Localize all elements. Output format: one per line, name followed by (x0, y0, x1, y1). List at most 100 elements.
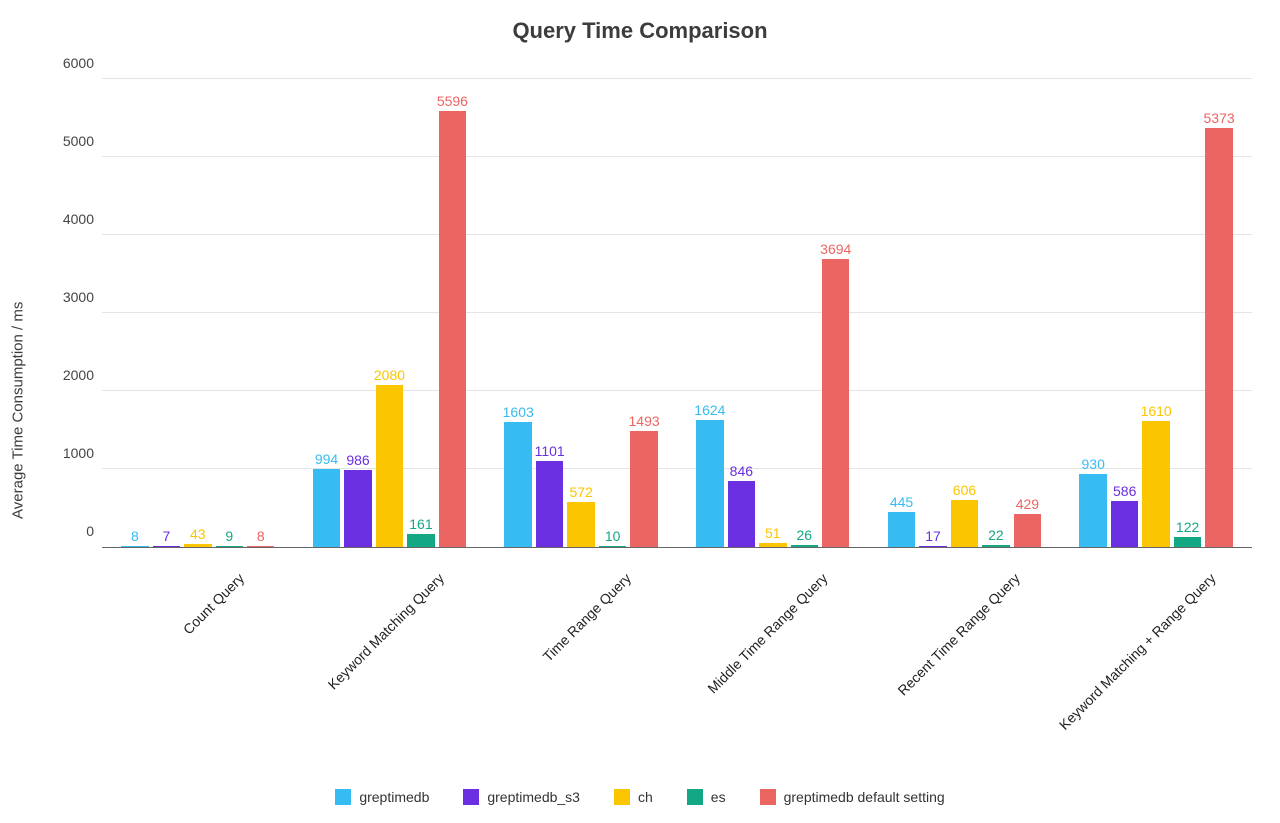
bar: 846 (728, 481, 755, 547)
legend-item: greptimedb (335, 789, 429, 805)
legend-label: ch (638, 789, 653, 805)
legend-item: ch (614, 789, 653, 805)
bar-value-label: 1603 (503, 404, 534, 422)
bar: 429 (1014, 514, 1041, 547)
bar: 7 (153, 546, 180, 547)
bar-value-label: 1624 (694, 402, 725, 420)
y-tick-label: 2000 (63, 367, 102, 383)
bar-value-label: 930 (1082, 456, 1105, 474)
legend-swatch (687, 789, 703, 805)
bar-value-label: 586 (1113, 483, 1136, 501)
bar: 8 (121, 546, 148, 547)
y-tick-label: 4000 (63, 211, 102, 227)
chart-title: Query Time Comparison (0, 18, 1280, 44)
bar: 51 (759, 543, 786, 547)
bar: 1624 (696, 420, 723, 547)
bar: 161 (407, 534, 434, 547)
bar: 1101 (536, 461, 563, 547)
bar: 122 (1174, 537, 1201, 547)
x-tick-label: Time Range Query (540, 570, 635, 665)
bar-value-label: 5373 (1204, 110, 1235, 128)
y-tick-label: 0 (86, 523, 102, 539)
bar-value-label: 986 (346, 452, 369, 470)
bar: 3694 (822, 259, 849, 547)
bar-value-label: 606 (953, 482, 976, 500)
y-tick-label: 1000 (63, 445, 102, 461)
bar: 2080 (376, 385, 403, 547)
bar-value-label: 1493 (629, 413, 660, 431)
x-tick-label: Keyword Matching Query (324, 570, 446, 692)
bar: 1603 (504, 422, 531, 547)
bar: 5596 (439, 111, 466, 547)
bar: 22 (982, 545, 1009, 547)
bar-group: 8 7 43 9 8 (102, 80, 294, 547)
legend-label: greptimedb (359, 789, 429, 805)
legend-label: greptimedb_s3 (487, 789, 580, 805)
grid-line (102, 78, 1252, 79)
plot-area: 0100020003000400050006000874398994986208… (102, 80, 1252, 548)
bar: 5373 (1205, 128, 1232, 547)
bar-value-label: 429 (1016, 496, 1039, 514)
bar-value-label: 7 (162, 528, 170, 546)
y-tick-label: 6000 (63, 55, 102, 71)
bar: 606 (951, 500, 978, 547)
bar: 43 (184, 544, 211, 547)
y-tick-label: 5000 (63, 133, 102, 149)
bar: 445 (888, 512, 915, 547)
bar-group: 16031101572101493 (485, 80, 677, 547)
x-tick-label: Count Query (180, 570, 247, 637)
legend-item: es (687, 789, 726, 805)
bar: 572 (567, 502, 594, 547)
bar-value-label: 5596 (437, 93, 468, 111)
bar: 986 (344, 470, 371, 547)
x-axis-labels: Count Query Keyword Matching Query Time Ra… (102, 560, 1252, 740)
y-axis-label: Average Time Consumption / ms (10, 301, 27, 518)
bar: 26 (791, 545, 818, 547)
bar-group: 445 17 606 22 429 (869, 80, 1061, 547)
legend-swatch (760, 789, 776, 805)
bar-value-label: 161 (409, 516, 432, 534)
bar: 1610 (1142, 421, 1169, 547)
x-tick-label: Keyword Matching + Range Query (1056, 570, 1219, 733)
bar-value-label: 51 (765, 525, 781, 543)
bar-value-label: 26 (796, 527, 812, 545)
bar: 17 (919, 546, 946, 547)
legend: greptimedb greptimedb_s3 ch es greptimedb de… (0, 789, 1280, 805)
bar-value-label: 1101 (535, 443, 565, 461)
legend-swatch (335, 789, 351, 805)
bar-value-label: 3694 (820, 241, 851, 259)
legend-item: greptimedb_s3 (463, 789, 580, 805)
bar: 8 (247, 546, 274, 547)
bar: 1493 (630, 431, 657, 547)
bar-value-label: 1610 (1141, 403, 1172, 421)
bar-group: 99498620801615596 (294, 80, 486, 547)
legend-item: greptimedb default setting (760, 789, 945, 805)
bar-value-label: 10 (605, 528, 621, 546)
bar-value-label: 2080 (374, 367, 405, 385)
bar-value-label: 994 (315, 451, 338, 469)
bar: 930 (1079, 474, 1106, 547)
legend-label: greptimedb default setting (784, 789, 945, 805)
bar-value-label: 846 (730, 463, 753, 481)
y-tick-label: 3000 (63, 289, 102, 305)
x-tick-label: Recent Time Range Query (894, 570, 1023, 699)
bar: 994 (313, 469, 340, 547)
bar-group: 93058616101225373 (1060, 80, 1252, 547)
bar-value-label: 122 (1176, 519, 1199, 537)
bar-group: 162484651263694 (677, 80, 869, 547)
legend-swatch (463, 789, 479, 805)
bar-value-label: 43 (190, 526, 206, 544)
bar-value-label: 9 (225, 528, 233, 546)
bar: 10 (599, 546, 626, 547)
bar-value-label: 445 (890, 494, 913, 512)
bar: 9 (216, 546, 243, 547)
bar-value-label: 17 (925, 528, 941, 546)
chart-container: Query Time Comparison Average Time Consu… (0, 0, 1280, 823)
bar-value-label: 22 (988, 527, 1004, 545)
legend-swatch (614, 789, 630, 805)
bar-value-label: 572 (569, 484, 592, 502)
bar-value-label: 8 (131, 528, 139, 546)
bar-value-label: 8 (257, 528, 265, 546)
bar: 586 (1111, 501, 1138, 547)
legend-label: es (711, 789, 726, 805)
